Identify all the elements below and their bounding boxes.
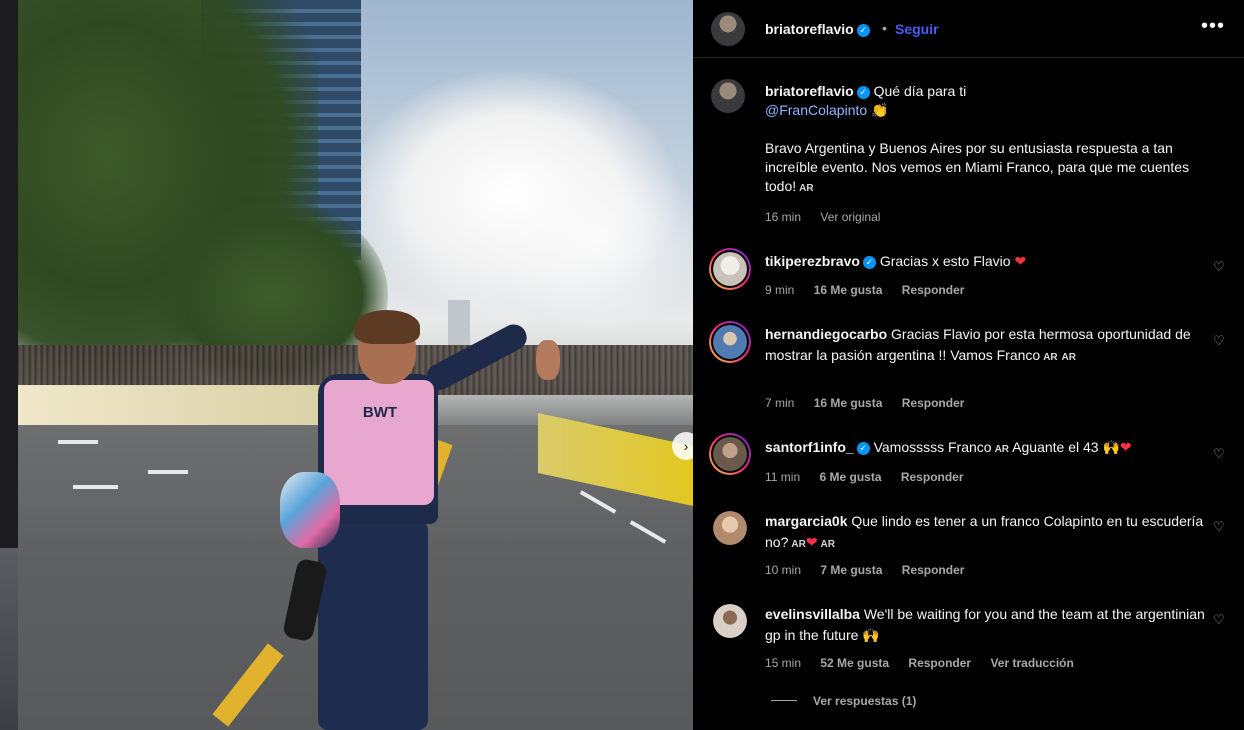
post-caption: briatoreflavio ✓ Qué día para ti @FranCol… (765, 82, 1225, 198)
heart-outline-icon[interactable]: ♡ (1213, 333, 1225, 349)
comment-time[interactable]: 9 min (765, 283, 794, 297)
comment-avatar[interactable] (713, 252, 747, 286)
driver-legs (318, 520, 428, 730)
driver-hand (536, 340, 560, 380)
replies-line (771, 700, 797, 701)
argentina-flag-icon: AR (799, 183, 814, 194)
heart-outline-icon[interactable]: ♡ (1213, 446, 1225, 462)
reply-button[interactable]: Responder (902, 396, 965, 410)
comment-time[interactable]: 10 min (765, 563, 801, 577)
red-heart-emoji: ❤ (1014, 253, 1027, 269)
caption-username[interactable]: briatoreflavio (765, 83, 854, 99)
comment-likes[interactable]: 6 Me gusta (819, 470, 881, 484)
photo-cloud (488, 150, 693, 330)
comment-meta: 7 min 16 Me gusta Responder (765, 396, 980, 410)
carousel-next-button[interactable]: › (672, 432, 693, 460)
see-translation-link[interactable]: Ver traducción (990, 656, 1073, 670)
red-heart-emoji: ❤ (1119, 439, 1132, 455)
comment-text: Aguante el 43 (1012, 439, 1099, 455)
comment-text: Vamosssss Franco (873, 439, 992, 455)
argentina-flag-icon: AR (791, 539, 806, 550)
comment-likes[interactable]: 7 Me gusta (820, 563, 882, 577)
post-side-panel: briatoreflavio ✓ • Seguir ••• briatorefla… (693, 0, 1244, 730)
argentina-flag-icon: AR (994, 444, 1010, 455)
comment-username[interactable]: hernandiegocarbo (765, 326, 887, 342)
comment-avatar[interactable] (713, 325, 747, 359)
verified-badge-icon: ✓ (856, 24, 870, 37)
author-header-line: briatoreflavio ✓ (765, 21, 870, 39)
comment-avatar[interactable] (713, 511, 747, 545)
comment-meta: 10 min 7 Me gusta Responder (765, 563, 980, 577)
raised-hands-emoji: 🙌 (862, 627, 880, 643)
photo-driver: BWT (258, 310, 560, 730)
caption-mention-link[interactable]: @FranColapinto (765, 102, 867, 118)
caption-author-avatar[interactable] (711, 79, 745, 113)
driver-arm (421, 319, 532, 395)
chevron-right-icon: › (683, 438, 689, 454)
red-heart-emoji: ❤ (805, 534, 818, 550)
comment-item: santorf1info_ ✓ Vamosssss Franco AR Aguant… (765, 437, 1205, 460)
driver-vest-text: BWT (362, 404, 398, 421)
author-username[interactable]: briatoreflavio (765, 21, 854, 37)
post-photo[interactable]: BWT › (18, 0, 693, 730)
verified-badge-icon: ✓ (856, 86, 870, 99)
verified-badge-icon: ✓ (862, 256, 876, 269)
road-dash (148, 470, 188, 474)
comment-username[interactable]: santorf1info_ (765, 439, 854, 455)
caption-time[interactable]: 16 min (765, 210, 801, 224)
view-replies-label: Ver respuestas (1) (813, 694, 917, 708)
comment-likes[interactable]: 16 Me gusta (814, 396, 883, 410)
follow-button[interactable]: Seguir (895, 21, 939, 37)
driver-hair (354, 310, 420, 344)
driver-helmet (280, 472, 340, 548)
comment-avatar[interactable] (713, 437, 747, 471)
comment-avatar[interactable] (713, 604, 747, 638)
reply-button[interactable]: Responder (902, 283, 965, 297)
comment-likes[interactable]: 52 Me gusta (820, 656, 889, 670)
separator-dot: • (882, 20, 887, 36)
comment-time[interactable]: 7 min (765, 396, 794, 410)
comment-time[interactable]: 15 min (765, 656, 801, 670)
argentina-flag-icon: AR (820, 539, 835, 550)
comment-item: margarcia0k Que lindo es tener a un fran… (765, 511, 1205, 555)
heart-outline-icon[interactable]: ♡ (1213, 259, 1225, 275)
verified-badge-icon: ✓ (856, 442, 870, 455)
comment-meta: 11 min 6 Me gusta Responder (765, 470, 980, 484)
view-replies-button[interactable]: Ver respuestas (1) (771, 694, 916, 708)
reply-button[interactable]: Responder (901, 470, 964, 484)
backdrop-strip (0, 548, 18, 730)
comment-meta: 9 min 16 Me gusta Responder (765, 283, 980, 297)
argentina-flag-icon: AR (1061, 352, 1076, 363)
see-original-link[interactable]: Ver original (820, 210, 880, 224)
argentina-flag-icon: AR (1043, 352, 1058, 363)
comment-item: hernandiegocarbo Gracias Flavio por esta… (765, 324, 1205, 368)
comment-username[interactable]: tikiperezbravo (765, 253, 860, 269)
driver-vest (324, 380, 434, 505)
post-header: briatoreflavio ✓ • Seguir ••• (693, 0, 1244, 58)
heart-outline-icon[interactable]: ♡ (1213, 612, 1225, 628)
caption-meta: 16 min Ver original (765, 210, 896, 224)
road-dash (73, 485, 118, 489)
comment-item: evelinsvillalba We'll be waiting for you… (765, 604, 1205, 646)
caption-line1: Qué día para ti (873, 83, 967, 99)
clap-emoji: 👏 (871, 102, 889, 118)
comment-username[interactable]: margarcia0k (765, 513, 848, 529)
raised-hands-emoji: 🙌 (1102, 439, 1120, 455)
comment-meta: 15 min 52 Me gusta Responder Ver traducc… (765, 656, 1090, 670)
caption-body: Bravo Argentina y Buenos Aires por su en… (765, 140, 1190, 194)
heart-outline-icon[interactable]: ♡ (1213, 519, 1225, 535)
more-options-icon[interactable]: ••• (1201, 16, 1225, 36)
comment-item: tikiperezbravo ✓ Gracias x esto Flavio ❤ (765, 251, 1205, 272)
comment-likes[interactable]: 16 Me gusta (814, 283, 883, 297)
author-avatar[interactable] (711, 12, 745, 46)
reply-button[interactable]: Responder (902, 563, 965, 577)
comment-time[interactable]: 11 min (765, 470, 800, 484)
road-dash (58, 440, 98, 444)
comment-username[interactable]: evelinsvillalba (765, 606, 860, 622)
reply-button[interactable]: Responder (908, 656, 971, 670)
comment-text: Gracias x esto Flavio (879, 253, 1011, 269)
backdrop-left (0, 0, 18, 730)
